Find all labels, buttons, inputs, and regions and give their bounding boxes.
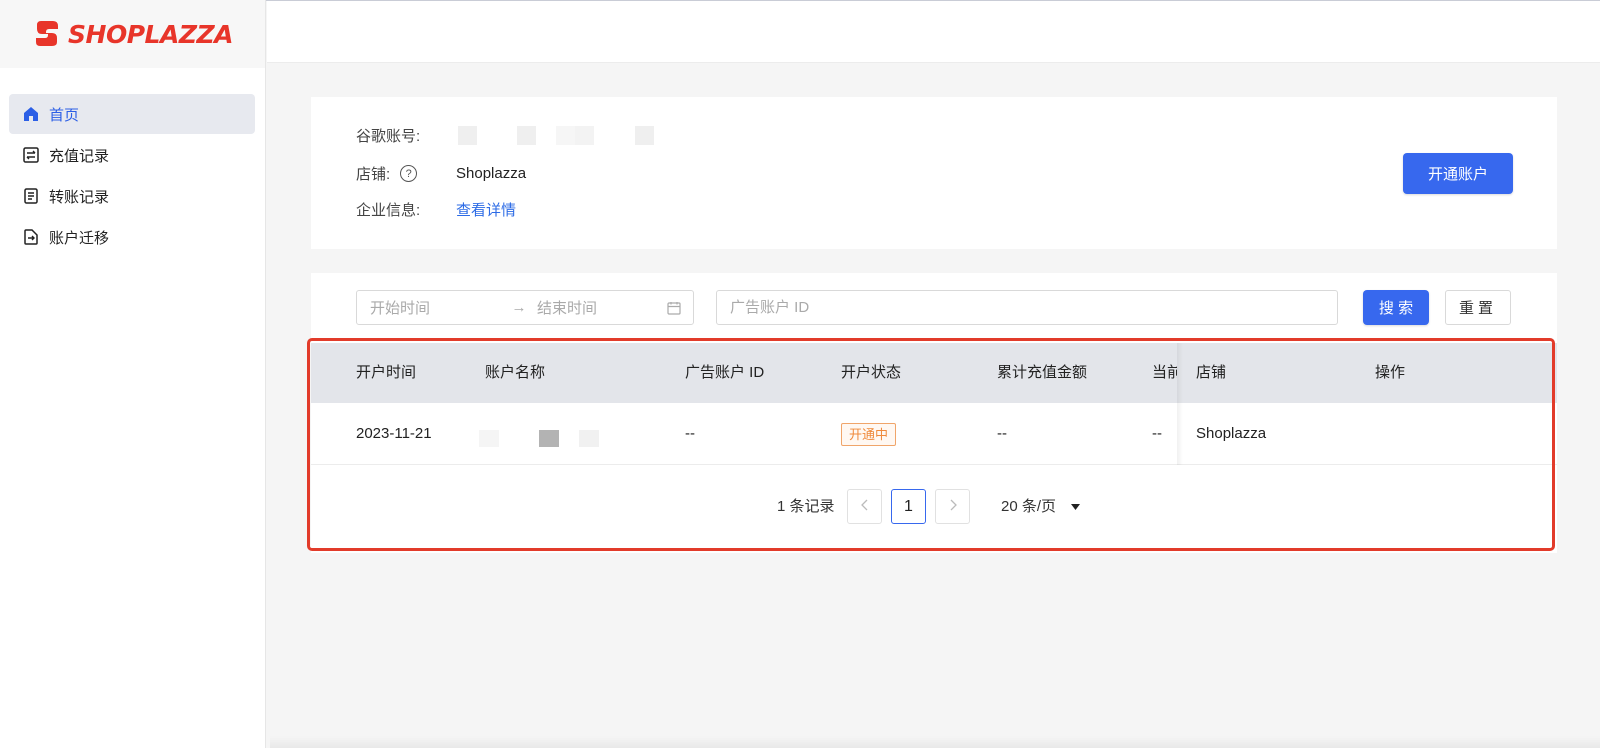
sidebar-item-recharge-records[interactable]: 充值记录 [9, 135, 255, 175]
company-row: 企业信息: 查看详情 [356, 199, 516, 220]
prev-page-button[interactable] [847, 489, 882, 524]
company-label: 企业信息: [356, 202, 421, 219]
cell-store: Shoplazza [1196, 425, 1267, 442]
table-header: 开户时间 账户名称 广告账户 ID 开户状态 累计充值金额 当前 店铺 操作 [311, 343, 1557, 403]
logo-area: SHOPLAZZA [0, 0, 265, 68]
sidebar-item-label: 充值记录 [49, 147, 110, 165]
sidebar-item-label: 首页 [49, 106, 80, 124]
calendar-icon [667, 301, 681, 315]
sidebar-item-label: 账户迁移 [49, 229, 110, 247]
google-account-label: 谷歌账号: [356, 128, 421, 145]
next-page-button[interactable] [935, 489, 970, 524]
fixed-column-shadow [1177, 343, 1183, 465]
end-date-field[interactable]: 结束时间 [537, 297, 667, 318]
sidebar-item-account-migration[interactable]: 账户迁移 [9, 217, 255, 257]
start-date-field[interactable]: 开始时间 [370, 297, 505, 318]
document-icon [22, 187, 40, 205]
view-details-link[interactable]: 查看详情 [456, 199, 516, 220]
store-row: 店铺: ? Shoplazza [356, 163, 526, 184]
cell-status: 开通中 [841, 403, 897, 465]
sidebar: SHOPLAZZA 首页 充值记录 转账记录 账户迁移 [0, 0, 266, 748]
sidebar-nav: 首页 充值记录 转账记录 账户迁移 [0, 68, 265, 257]
shoplazza-logo[interactable]: SHOPLAZZA [32, 18, 233, 51]
sidebar-item-transfer-records[interactable]: 转账记录 [9, 176, 255, 216]
cell-ad-account-id: -- [685, 425, 695, 442]
column-header-total-recharge: 累计充值金额 [997, 364, 1088, 381]
cell-current: -- [1152, 425, 1162, 442]
table-row: 2023-11-21 -- 开通中 -- -- Shoplazza [311, 403, 1557, 465]
total-records: 1 条记录 [777, 498, 835, 515]
help-icon[interactable]: ? [400, 165, 418, 182]
migrate-icon [22, 228, 40, 246]
store-value: Shoplazza [456, 165, 527, 182]
pagination: 1 条记录 1 20 条/页 [311, 489, 1557, 525]
cell-total-recharge: -- [997, 425, 1007, 442]
page-size-select[interactable]: 20 条/页 [1001, 489, 1081, 525]
exchange-icon [22, 146, 40, 164]
accounts-list-card: 开始时间 → 结束时间 搜 索 重置 开户时间 账户名称 广告账户 ID 开户状… [311, 273, 1557, 553]
column-header-account-name: 账户名称 [485, 364, 546, 381]
column-header-store: 店铺 [1196, 364, 1227, 381]
chevron-right-icon [948, 498, 958, 515]
column-header-current-truncated: 当前 [1152, 364, 1177, 381]
sidebar-item-home[interactable]: 首页 [9, 94, 255, 134]
search-button[interactable]: 搜 索 [1363, 290, 1429, 325]
column-header-action: 操作 [1375, 364, 1406, 381]
sidebar-item-label: 转账记录 [49, 188, 110, 206]
column-header-ad-account-id: 广告账户 ID [685, 364, 765, 381]
status-badge: 开通中 [841, 422, 897, 446]
account-info-card: 谷歌账号: 店铺: ? Shoplazza 企业信息: 查看详情 开通账户 [311, 97, 1557, 249]
page-number-button[interactable]: 1 [891, 489, 926, 524]
reset-button[interactable]: 重置 [1445, 290, 1511, 325]
home-icon [22, 105, 40, 123]
shoplazza-logo-icon [32, 18, 62, 51]
open-account-button[interactable]: 开通账户 [1403, 153, 1513, 194]
google-account-value-redacted [456, 126, 654, 145]
column-header-status: 开户状态 [841, 364, 902, 381]
caret-down-icon [1070, 503, 1081, 511]
top-header [267, 1, 1600, 63]
chevron-left-icon [860, 498, 870, 515]
date-range-picker[interactable]: 开始时间 → 结束时间 [356, 290, 694, 325]
page-size-value: 20 条/页 [1001, 498, 1057, 515]
ad-account-id-input[interactable] [716, 290, 1338, 325]
store-label: 店铺: [356, 166, 391, 183]
cell-open-time: 2023-11-21 [356, 425, 432, 442]
column-header-open-time: 开户时间 [356, 364, 417, 381]
google-account-row: 谷歌账号: [356, 125, 654, 146]
brand-name: SHOPLAZZA [68, 19, 233, 49]
bottom-shadow [270, 736, 1600, 748]
arrow-right-icon: → [511, 299, 527, 316]
